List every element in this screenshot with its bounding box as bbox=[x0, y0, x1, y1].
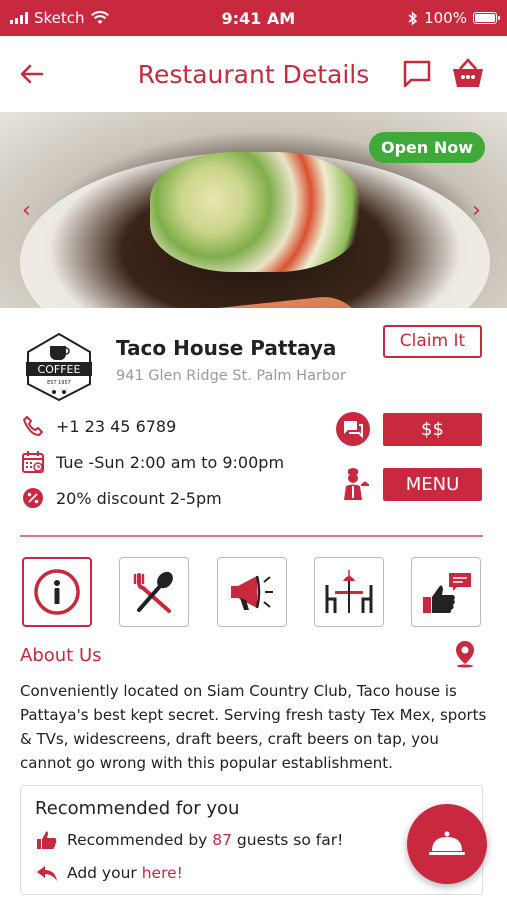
restaurant-name: Taco House Pattaya bbox=[116, 336, 337, 360]
page-title: Restaurant Details bbox=[137, 59, 370, 89]
signal-icon bbox=[10, 12, 28, 24]
recommended-count-line: Recommended by 87 guests so far! bbox=[35, 830, 343, 850]
waiter-icon[interactable] bbox=[335, 466, 371, 502]
phone-number[interactable]: +1 23 45 6789 bbox=[56, 417, 176, 436]
status-bar: Sketch 9:41 AM 100% bbox=[0, 0, 507, 36]
logo-subtext: EST 1957 bbox=[47, 380, 71, 386]
section-divider bbox=[20, 535, 483, 537]
recommended-title: Recommended for you bbox=[35, 798, 240, 819]
hours-row: Tue -Sun 2:00 am to 9:00pm bbox=[20, 450, 284, 474]
claim-it-button[interactable]: Claim It bbox=[383, 325, 482, 358]
app-header: Restaurant Details bbox=[0, 36, 507, 112]
restaurant-address: 941 Glen Ridge St. Palm Harbor bbox=[116, 368, 346, 384]
back-arrow-icon[interactable] bbox=[18, 60, 46, 88]
status-time: 9:41 AM bbox=[221, 8, 296, 28]
discount-icon bbox=[20, 486, 46, 510]
carrier-label: Sketch bbox=[34, 9, 85, 27]
battery-icon bbox=[472, 12, 500, 24]
chat-bubbles-icon[interactable] bbox=[335, 411, 371, 447]
order-fab-button[interactable] bbox=[407, 804, 487, 884]
hero-image: Open Now ‹ › bbox=[0, 112, 507, 308]
wifi-icon bbox=[90, 11, 109, 24]
dining-table-icon bbox=[325, 570, 373, 613]
salsa-image bbox=[150, 152, 360, 272]
reply-arrow-icon bbox=[35, 863, 59, 883]
about-us-text: Conveniently located on Siam Country Clu… bbox=[20, 682, 487, 772]
info-icon bbox=[34, 569, 80, 615]
feature-review-button[interactable] bbox=[411, 557, 481, 627]
bluetooth-icon bbox=[408, 10, 418, 26]
fork-spoon-icon bbox=[133, 571, 173, 613]
status-right: 100% bbox=[408, 9, 500, 27]
megaphone-icon bbox=[231, 575, 273, 610]
feature-food-button[interactable] bbox=[119, 557, 189, 627]
coffee-logo: COFFEE EST 1957 bbox=[26, 332, 92, 402]
price-range-button[interactable]: $$ bbox=[383, 413, 482, 446]
recommended-suffix: guests so far! bbox=[232, 831, 344, 849]
menu-button[interactable]: MENU bbox=[383, 468, 482, 501]
thumbs-up-icon bbox=[35, 830, 59, 850]
feature-info-button[interactable] bbox=[22, 557, 92, 627]
thumbs-up-chat-icon bbox=[423, 573, 471, 613]
calendar-icon bbox=[20, 450, 46, 474]
recommended-prefix: Recommended by bbox=[67, 831, 213, 849]
add-recommendation-link[interactable]: here! bbox=[142, 864, 183, 882]
open-now-badge: Open Now bbox=[368, 132, 485, 163]
discount-row: 20% discount 2-5pm bbox=[20, 486, 222, 510]
basket-icon[interactable] bbox=[451, 58, 485, 90]
location-pin-icon[interactable] bbox=[453, 640, 477, 668]
logo-text: COFFEE bbox=[38, 363, 81, 376]
battery-percent: 100% bbox=[424, 9, 467, 27]
discount-text: 20% discount 2-5pm bbox=[56, 488, 222, 508]
status-left: Sketch bbox=[10, 9, 109, 27]
recommended-count: 87 bbox=[212, 831, 232, 849]
feature-promo-button[interactable] bbox=[217, 557, 287, 627]
chat-icon[interactable] bbox=[401, 58, 433, 90]
add-prefix: Add your bbox=[67, 864, 142, 882]
feature-table-button[interactable] bbox=[314, 557, 384, 627]
about-us-heading: About Us bbox=[20, 645, 102, 666]
phone-row[interactable]: +1 23 45 6789 bbox=[20, 414, 176, 438]
carousel-next-icon[interactable]: › bbox=[472, 198, 481, 223]
phone-icon bbox=[20, 414, 46, 438]
carousel-prev-icon[interactable]: ‹ bbox=[22, 198, 31, 223]
add-recommendation-line: Add your here! bbox=[35, 863, 183, 883]
cloche-icon bbox=[429, 831, 465, 855]
opening-hours: Tue -Sun 2:00 am to 9:00pm bbox=[56, 452, 285, 472]
